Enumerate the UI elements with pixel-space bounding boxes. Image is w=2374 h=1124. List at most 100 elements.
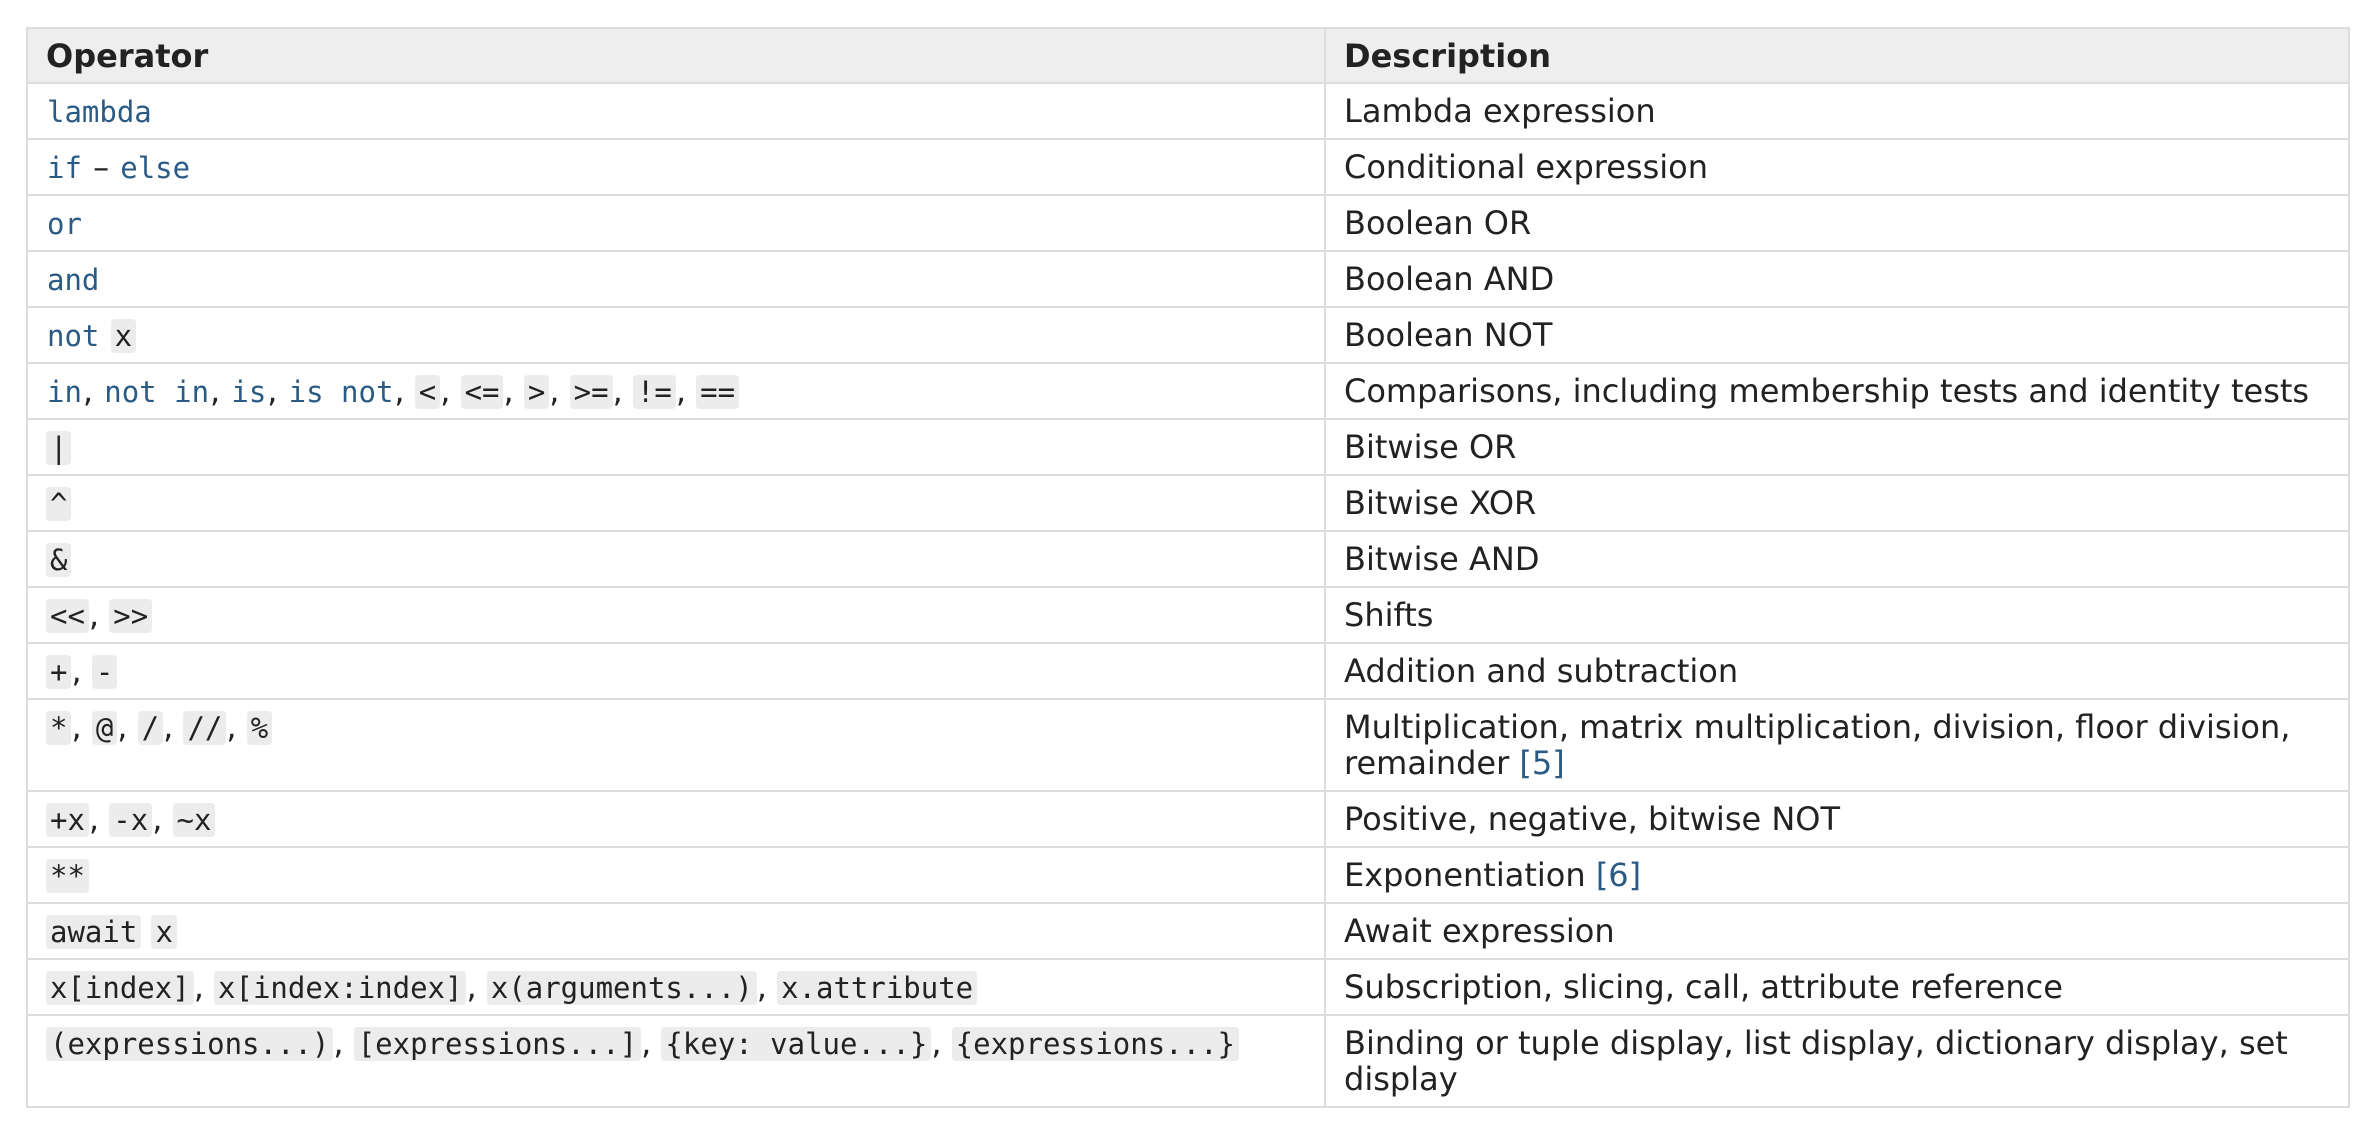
description-text: Bitwise XOR xyxy=(1344,484,1537,522)
operator-code: x xyxy=(110,319,137,353)
separator: , xyxy=(503,372,524,410)
table-row: +, - Addition and subtraction xyxy=(26,642,2350,700)
operator-code: x.attribute xyxy=(777,971,978,1005)
description-cell: Conditional expression xyxy=(1324,138,2350,196)
operator-code: {key: value...} xyxy=(661,1027,932,1061)
separator: , xyxy=(226,708,247,746)
operator-code: != xyxy=(632,375,676,409)
operator-keyword: if xyxy=(47,151,82,185)
table-row: if – else Conditional expression xyxy=(26,138,2350,196)
operator-code: +x xyxy=(46,803,89,837)
separator: , xyxy=(466,968,487,1006)
description-cell: Lambda expression xyxy=(1324,82,2350,140)
description-text: Bitwise OR xyxy=(1344,428,1517,466)
description-text: Boolean NOT xyxy=(1344,316,1553,354)
operator-cell: if – else xyxy=(26,138,1326,196)
operator-code: >> xyxy=(109,599,153,633)
operator-code: {expressions...} xyxy=(951,1027,1240,1061)
description-cell: Bitwise OR xyxy=(1324,418,2350,476)
operator-code: x[index:index] xyxy=(214,971,467,1005)
table-row: | Bitwise OR xyxy=(26,418,2350,476)
operator-code: x[index] xyxy=(46,971,194,1005)
separator: , xyxy=(82,372,104,410)
operator-cell: +, - xyxy=(26,642,1326,700)
separator: , xyxy=(931,1024,952,1062)
operator-code: / xyxy=(137,711,164,745)
description-text: Conditional expression xyxy=(1344,148,1708,186)
table-row: *, @, /, //, % Multiplication, matrix mul… xyxy=(26,698,2350,792)
header-description: Description xyxy=(1324,27,2350,84)
operator-keyword: is not xyxy=(288,375,394,409)
operator-cell: (expressions...), [expressions...], {key… xyxy=(26,1014,1326,1108)
description-cell: Subscription, slicing, call, attribute r… xyxy=(1324,958,2350,1016)
separator: , xyxy=(117,708,138,746)
separator: – xyxy=(82,148,120,186)
operator-keyword: and xyxy=(47,263,100,297)
operator-code: -x xyxy=(109,803,153,837)
description-text: Binding or tuple display, list display, … xyxy=(1344,1024,2288,1098)
separator xyxy=(141,912,151,950)
description-cell: Multiplication, matrix multiplication, d… xyxy=(1324,698,2350,792)
separator: , xyxy=(440,372,461,410)
operator-code: > xyxy=(523,375,550,409)
operator-code: >= xyxy=(569,375,613,409)
operator-keyword: not xyxy=(47,319,100,353)
operator-code: << xyxy=(46,599,89,633)
operator-code: ** xyxy=(46,859,89,893)
separator: , xyxy=(675,372,697,410)
separator: , xyxy=(210,372,231,410)
description-cell: Boolean NOT xyxy=(1324,306,2350,364)
operator-cell: await x xyxy=(26,902,1326,960)
separator: , xyxy=(641,1024,662,1062)
table-row: <<, >> Shifts xyxy=(26,586,2350,644)
separator: , xyxy=(152,800,173,838)
operator-keyword: is xyxy=(231,375,267,409)
operator-code: <= xyxy=(460,375,504,409)
operator-cell: not x xyxy=(26,306,1326,364)
operator-code: == xyxy=(696,375,740,409)
operator-code: & xyxy=(46,543,72,577)
separator: , xyxy=(267,372,288,410)
separator: , xyxy=(612,372,633,410)
operator-cell: +x, -x, ~x xyxy=(26,790,1326,848)
operator-precedence-table: Operator Description lambda Lambda expres… xyxy=(26,27,2350,1108)
description-text: Boolean AND xyxy=(1344,260,1555,298)
operator-cell: <<, >> xyxy=(26,586,1326,644)
separator: , xyxy=(71,652,92,690)
operator-cell: lambda xyxy=(26,82,1326,140)
operator-keyword: else xyxy=(120,151,191,185)
separator: , xyxy=(333,1024,354,1062)
operator-code: x xyxy=(151,915,177,949)
table-row: and Boolean AND xyxy=(26,250,2350,308)
description-text: Await expression xyxy=(1344,912,1615,950)
table-row: (expressions...), [expressions...], {key… xyxy=(26,1014,2350,1108)
description-cell: Positive, negative, bitwise NOT xyxy=(1324,790,2350,848)
footnote-link[interactable]: [5] xyxy=(1519,744,1564,782)
description-text: Lambda expression xyxy=(1344,92,1656,130)
operator-keyword: in xyxy=(47,375,82,409)
operator-code: @ xyxy=(91,711,118,745)
description-text: Comparisons, including membership tests … xyxy=(1344,372,2310,410)
separator: , xyxy=(756,968,778,1006)
separator: , xyxy=(549,372,570,410)
description-text: Bitwise AND xyxy=(1344,540,1540,578)
operator-cell: | xyxy=(26,418,1326,476)
description-cell: Boolean OR xyxy=(1324,194,2350,252)
operator-code: (expressions...) xyxy=(46,1027,334,1061)
table-header-row: Operator Description xyxy=(26,27,2350,84)
separator: , xyxy=(394,372,415,410)
operator-code: + xyxy=(46,655,72,689)
operator-code: ^ xyxy=(46,487,72,521)
footnote-link[interactable]: [6] xyxy=(1596,856,1641,894)
operator-code: < xyxy=(414,375,441,409)
separator: , xyxy=(163,708,184,746)
table-row: & Bitwise AND xyxy=(26,530,2350,588)
description-cell: Addition and subtraction xyxy=(1324,642,2350,700)
description-text: Exponentiation xyxy=(1344,856,1586,894)
description-text: Multiplication, matrix multiplication, d… xyxy=(1344,708,2291,782)
operator-cell: x[index], x[index:index], x(arguments...… xyxy=(26,958,1326,1016)
operator-cell: in, not in, is, is not, <, <=, >, >=, !=… xyxy=(26,362,1326,420)
description-cell: Boolean AND xyxy=(1324,250,2350,308)
operator-cell: *, @, /, //, % xyxy=(26,698,1326,792)
operator-code: % xyxy=(246,711,273,745)
